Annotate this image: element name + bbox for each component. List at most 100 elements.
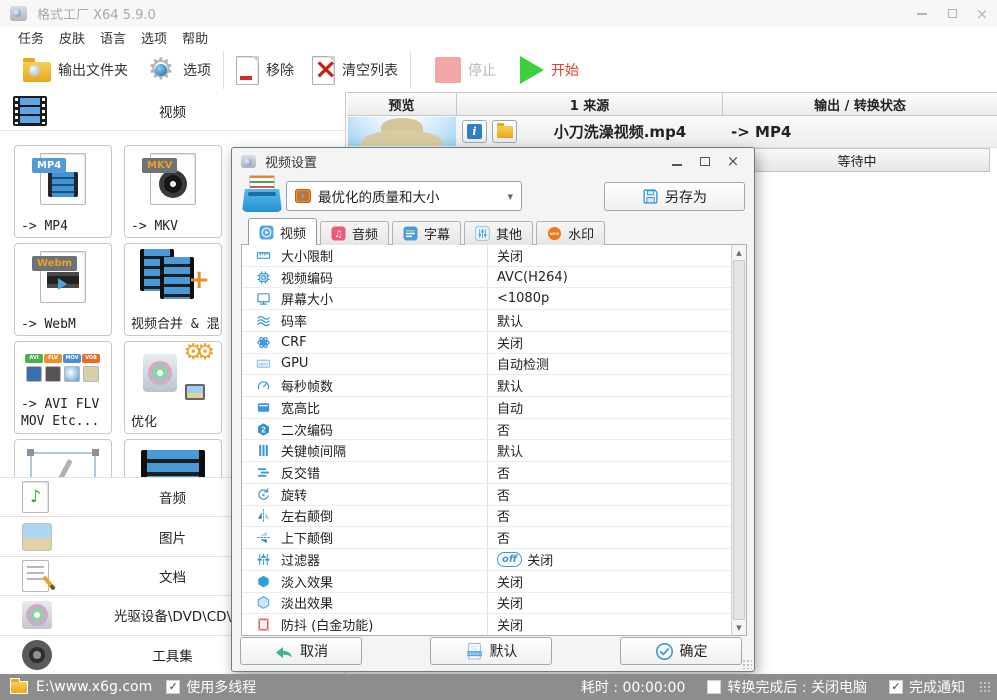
preset-dropdown[interactable]: 最优化的质量和大小 ▾ [286,181,522,211]
output-path[interactable]: E:\www.x6g.com [36,679,152,695]
menu-item[interactable]: 选项 [141,28,167,47]
menu-item[interactable]: 帮助 [182,28,208,47]
setting-value[interactable]: 默认 [487,310,731,331]
settings-row[interactable]: 屏幕大小 <1080p [242,288,731,311]
maximize-button[interactable] [937,0,967,27]
setting-value[interactable]: 默认 [487,440,731,462]
settings-row[interactable]: GPU GPU 自动检测 [242,353,731,376]
dialog-minimize-button[interactable] [665,151,689,171]
settings-row[interactable]: 淡出效果 关闭 [242,592,731,615]
resize-grip[interactable] [979,681,991,693]
settings-row[interactable]: 淡入效果 关闭 [242,570,731,593]
settings-row[interactable]: 每秒帧数 默认 [242,375,731,398]
scroll-up-arrow[interactable]: ▲ [732,245,746,260]
settings-row[interactable]: 2 二次编码 否 [242,418,731,441]
format-tile[interactable]: ⚙⚙ 优化 [124,340,222,434]
clear-list-button[interactable]: 清空列表 [303,50,407,90]
setting-value[interactable]: 关闭 [487,592,731,614]
dialog-resize-grip[interactable] [742,659,752,669]
notify-checkbox[interactable]: ✓ [889,680,903,694]
scroll-thumb[interactable] [733,260,745,620]
setting-value[interactable]: 默认 [487,375,731,397]
settings-row[interactable]: CRF 关闭 [242,331,731,354]
setting-value[interactable]: 否 [487,483,731,505]
default-button[interactable]: DEFAULT 默认 [430,637,552,665]
multithread-checkbox[interactable]: ✓ [166,680,181,694]
settings-row[interactable]: 反交错 否 [242,462,731,484]
format-tile[interactable]: + 视频合并 & 混流 [124,243,222,336]
format-tile[interactable]: MP4 -> MP4 [14,145,112,238]
output-folder-button[interactable]: 输出文件夹 [14,50,137,90]
setting-value[interactable]: 否 [487,462,731,483]
hat-brim [361,130,443,146]
settings-row[interactable]: 左右颠倒 否 [242,505,731,528]
format-tile-label: -> WebM [21,317,76,332]
setting-value[interactable]: off 关闭 [487,549,731,570]
task-row[interactable]: i 小刀洗澡视频.mp4 -> MP4 [347,116,997,148]
save-as-button[interactable]: 另存为 [604,182,745,211]
settings-row[interactable]: 宽高比 自动 [242,397,731,419]
tab-subtitle[interactable]: 字幕 [392,221,462,245]
fade-in-icon [254,574,272,589]
tab-other[interactable]: 其他 [464,221,534,245]
setting-value[interactable]: 否 [487,418,731,440]
format-tile[interactable]: Webm -> WebM [14,243,112,336]
ok-button[interactable]: 确定 [620,637,742,665]
settings-row[interactable]: 旋转 否 [242,483,731,506]
dialog-titlebar[interactable]: 视频设置 × [232,148,754,174]
dialog-maximize-button[interactable] [693,151,717,171]
format-tile[interactable] [14,439,112,477]
close-button[interactable]: × [967,0,997,27]
menu-item[interactable]: 语言 [100,28,126,47]
settings-row[interactable]: 码率 默认 [242,310,731,332]
stop-button[interactable]: 停止 [426,50,505,90]
tab-video[interactable]: 视频 [248,218,318,245]
menu-item[interactable]: 任务 [18,28,44,47]
setting-value[interactable]: 自动检测 [487,353,731,375]
format-tile[interactable] [124,439,222,477]
scroll-down-arrow[interactable]: ▼ [732,620,746,635]
setting-value[interactable]: 否 [487,505,731,527]
shutdown-checkbox[interactable] [707,680,722,694]
settings-row[interactable]: 大小限制 关闭 [242,245,731,267]
cancel-button[interactable]: 取消 [240,637,362,665]
dialog-close-button[interactable]: × [721,151,745,171]
minimize-button[interactable] [907,0,937,27]
keyframe-icon [254,443,272,458]
save-as-label: 另存为 [665,189,707,206]
mp4-file-icon: MP4 [15,146,111,208]
settings-row[interactable]: 上下颠倒 否 [242,527,731,550]
start-button[interactable]: 开始 [511,50,588,90]
open-folder-button[interactable] [492,120,517,143]
setting-value[interactable]: 关闭 [487,570,731,592]
format-tile-label: -> MP4 [21,219,68,234]
tab-audio[interactable]: ♫ 音频 [320,221,390,245]
setting-value[interactable]: AVC(H264) [487,266,731,288]
options-button[interactable]: ⚙ 选项 [137,50,220,90]
format-tile[interactable]: MKV -> MKV [124,145,222,238]
video-category-header[interactable]: 视频 [0,92,345,131]
setting-value[interactable]: 否 [487,527,731,549]
info-button[interactable]: i [462,120,487,143]
setting-value-text: 关闭 [497,575,524,591]
settings-row[interactable]: 过滤器 off 关闭 [242,549,731,571]
menu-item[interactable]: 皮肤 [59,28,85,47]
settings-row[interactable]: 关键帧间隔 默认 [242,440,731,463]
setting-value[interactable]: 自动 [487,397,731,418]
column-header[interactable]: 输出 / 转换状态 [723,93,997,115]
column-header[interactable]: 预览 [347,93,457,115]
setting-value[interactable]: 关闭 [487,331,731,353]
preview-thumbnail[interactable] [348,117,456,146]
tab-watermark[interactable]: NEW 水印 [536,221,606,245]
settings-row[interactable]: 视频编码 AVC(H264) [242,266,731,289]
settings-row[interactable]: 防抖 (白金功能) 关闭 [242,614,731,635]
setting-value[interactable]: 关闭 [487,614,731,635]
setting-value[interactable]: 关闭 [487,245,731,266]
column-header[interactable]: 1 来源 [457,93,723,115]
scrollbar[interactable]: ▲ ▼ [731,245,746,635]
remove-button[interactable]: 移除 [227,50,303,90]
gpu-icon: GPU [254,356,272,371]
format-tile[interactable]: AVI FLV MOV VOB -> AVI FLV MOV Etc... [14,341,112,434]
output-folder-label: 输出文件夹 [58,63,128,79]
setting-value[interactable]: <1080p [487,288,731,310]
